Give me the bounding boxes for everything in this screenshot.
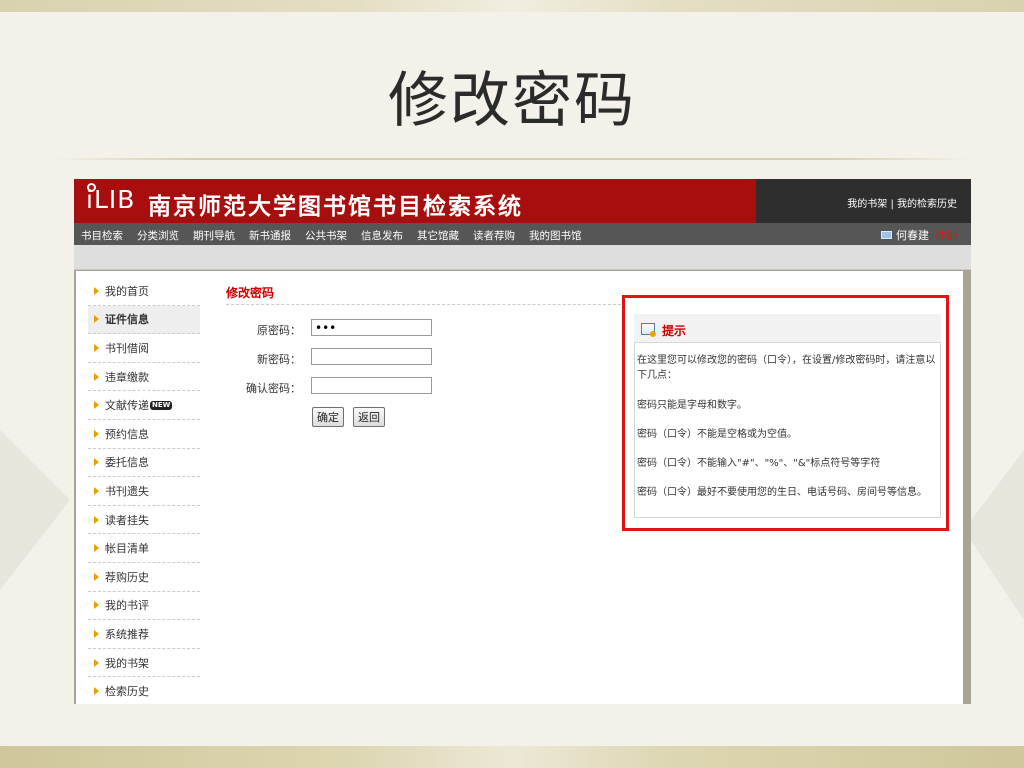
slide-top-band (0, 0, 1024, 12)
bullet-arrow-icon (94, 687, 99, 696)
content-area: 我的首页 证件信息 书刊借阅 违章缴款 文献传递 NEW 预约信息 委托信息 书刊… (76, 271, 963, 704)
sidebar-item-label: 荐购历史 (105, 570, 149, 584)
bullet-arrow-icon (94, 372, 99, 381)
back-button[interactable]: 返回 (353, 407, 385, 427)
sidebar-item-fines[interactable]: 违章缴款 (88, 363, 200, 392)
new-password-row: 新密码： (226, 348, 546, 366)
bullet-arrow-icon (94, 629, 99, 638)
tips-intro: 在这里您可以修改您的密码（口令），在设置/修改密码时，请注意以下几点： (637, 355, 936, 381)
new-password-input[interactable] (311, 348, 432, 365)
new-password-label: 新密码： (257, 353, 301, 366)
tips-item: 密码只能是字母和数字。 (637, 400, 747, 411)
nav-item-new-books[interactable]: 新书通报 (249, 228, 291, 243)
sidebar-item-account-list[interactable]: 帐目清单 (88, 534, 200, 563)
slide-title: 修改密码 (388, 66, 636, 136)
sidebar-item-report-loss[interactable]: 读者挂失 (88, 506, 200, 535)
form-title: 修改密码 (226, 286, 275, 300)
sidebar-item-document-delivery[interactable]: 文献传递 NEW (88, 391, 200, 420)
confirm-password-input[interactable] (311, 377, 432, 394)
bullet-arrow-icon (94, 658, 99, 667)
title-divider (52, 158, 972, 160)
bullet-arrow-icon (94, 572, 99, 581)
old-password-row: 原密码： (226, 319, 546, 337)
tip-icon (641, 323, 656, 337)
sidebar-item-label: 书刊遗失 (105, 484, 149, 498)
sidebar-item-recommendations[interactable]: 系统推荐 (88, 620, 200, 649)
bullet-arrow-icon (94, 286, 99, 295)
nav-item-journal-nav[interactable]: 期刊导航 (193, 228, 235, 243)
sidebar-item-home[interactable]: 我的首页 (88, 277, 200, 306)
bullet-arrow-icon (94, 343, 99, 352)
slide-bottom-band (0, 746, 1024, 768)
bullet-arrow-icon (94, 458, 99, 467)
bullet-arrow-icon (94, 515, 99, 524)
nav-item-other-collections[interactable]: 其它馆藏 (417, 228, 459, 243)
sidebar-item-delegations[interactable]: 委托信息 (88, 449, 200, 478)
confirm-password-label: 确认密码： (246, 382, 301, 395)
nav-item-public-shelf[interactable]: 公共书架 (305, 228, 347, 243)
user-area: 何春建 注销 (881, 227, 957, 243)
top-links: 我的书架 | 我的检索历史 (847, 195, 957, 210)
sidebar-item-label: 文献传递 (105, 399, 149, 413)
bullet-arrow-icon (94, 315, 99, 324)
tips-item: 密码（口令）不能输入"#"、"%"、"&"标点符号等字符 (637, 458, 881, 469)
decorative-fan-left (0, 430, 70, 590)
user-card-icon (881, 231, 892, 239)
sidebar-item-label: 检索历史 (105, 685, 149, 699)
confirm-button[interactable]: 确定 (312, 407, 344, 427)
form-divider (226, 304, 621, 305)
sidebar-item-label: 帐目清单 (105, 542, 149, 556)
sidebar-item-label: 我的首页 (105, 284, 149, 298)
sidebar-item-lost-books[interactable]: 书刊遗失 (88, 477, 200, 506)
nav-item-reader-recommend[interactable]: 读者荐购 (473, 228, 515, 243)
sidebar-item-search-history[interactable]: 检索历史 (88, 677, 200, 704)
sidebar-item-card-info[interactable]: 证件信息 (88, 305, 200, 335)
sidebar-item-my-shelf[interactable]: 我的书架 (88, 649, 200, 678)
bullet-arrow-icon (94, 544, 99, 553)
sidebar-item-borrowing[interactable]: 书刊借阅 (88, 334, 200, 363)
sidebar-item-purchase-history[interactable]: 荐购历史 (88, 563, 200, 592)
form-buttons: 确定 返回 (226, 407, 546, 427)
nav-item-category-browse[interactable]: 分类浏览 (137, 228, 179, 243)
sidebar-item-label: 我的书评 (105, 599, 149, 613)
tips-title: 提示 (662, 324, 687, 338)
main-nav: 书目检索 分类浏览 期刊导航 新书通报 公共书架 信息发布 其它馆藏 读者荐购 … (74, 223, 971, 245)
nav-item-announcements[interactable]: 信息发布 (361, 228, 403, 243)
logout-link[interactable]: 注销 (935, 229, 957, 242)
system-title: 南京师范大学图书馆书目检索系统 (148, 193, 523, 220)
sidebar-item-label: 违章缴款 (105, 370, 149, 384)
sidebar-item-label: 预约信息 (105, 427, 149, 441)
sidebar-item-label: 书刊借阅 (105, 341, 149, 355)
app-logo: iLIB (86, 185, 136, 214)
bullet-arrow-icon (94, 401, 99, 410)
sub-toolbar (74, 245, 971, 270)
bullet-arrow-icon (94, 429, 99, 438)
search-history-link[interactable]: 我的检索历史 (897, 199, 957, 210)
confirm-password-row: 确认密码： (226, 377, 546, 395)
bullet-arrow-icon (94, 486, 99, 495)
bullet-arrow-icon (94, 601, 99, 610)
sidebar-item-label: 系统推荐 (105, 627, 149, 641)
sidebar-item-label: 委托信息 (105, 456, 149, 470)
tips-item: 密码（口令）不能是空格或为空值。 (637, 429, 797, 440)
old-password-input[interactable] (311, 319, 432, 336)
sidebar-item-reservations[interactable]: 预约信息 (88, 420, 200, 449)
sidebar-item-my-reviews[interactable]: 我的书评 (88, 592, 200, 621)
decorative-fan-right (964, 450, 1024, 620)
user-name: 何春建 (896, 229, 929, 242)
new-badge: NEW (150, 400, 173, 410)
sidebar-item-label: 我的书架 (105, 656, 149, 670)
old-password-label: 原密码： (257, 324, 301, 337)
sidebar-item-label: 证件信息 (105, 313, 149, 327)
nav-item-catalog-search[interactable]: 书目检索 (81, 228, 123, 243)
sidebar-item-label: 读者挂失 (105, 513, 149, 527)
tips-item: 密码（口令）最好不要使用您的生日、电话号码、房间号等信息。 (637, 487, 927, 498)
sidebar: 我的首页 证件信息 书刊借阅 违章缴款 文献传递 NEW 预约信息 委托信息 书刊… (88, 277, 200, 704)
my-bookshelf-link[interactable]: 我的书架 (847, 199, 887, 210)
nav-item-my-library[interactable]: 我的图书馆 (529, 228, 582, 243)
library-app-screenshot: iLIB 南京师范大学图书馆书目检索系统 我的书架 | 我的检索历史 书目检索 … (74, 179, 971, 704)
